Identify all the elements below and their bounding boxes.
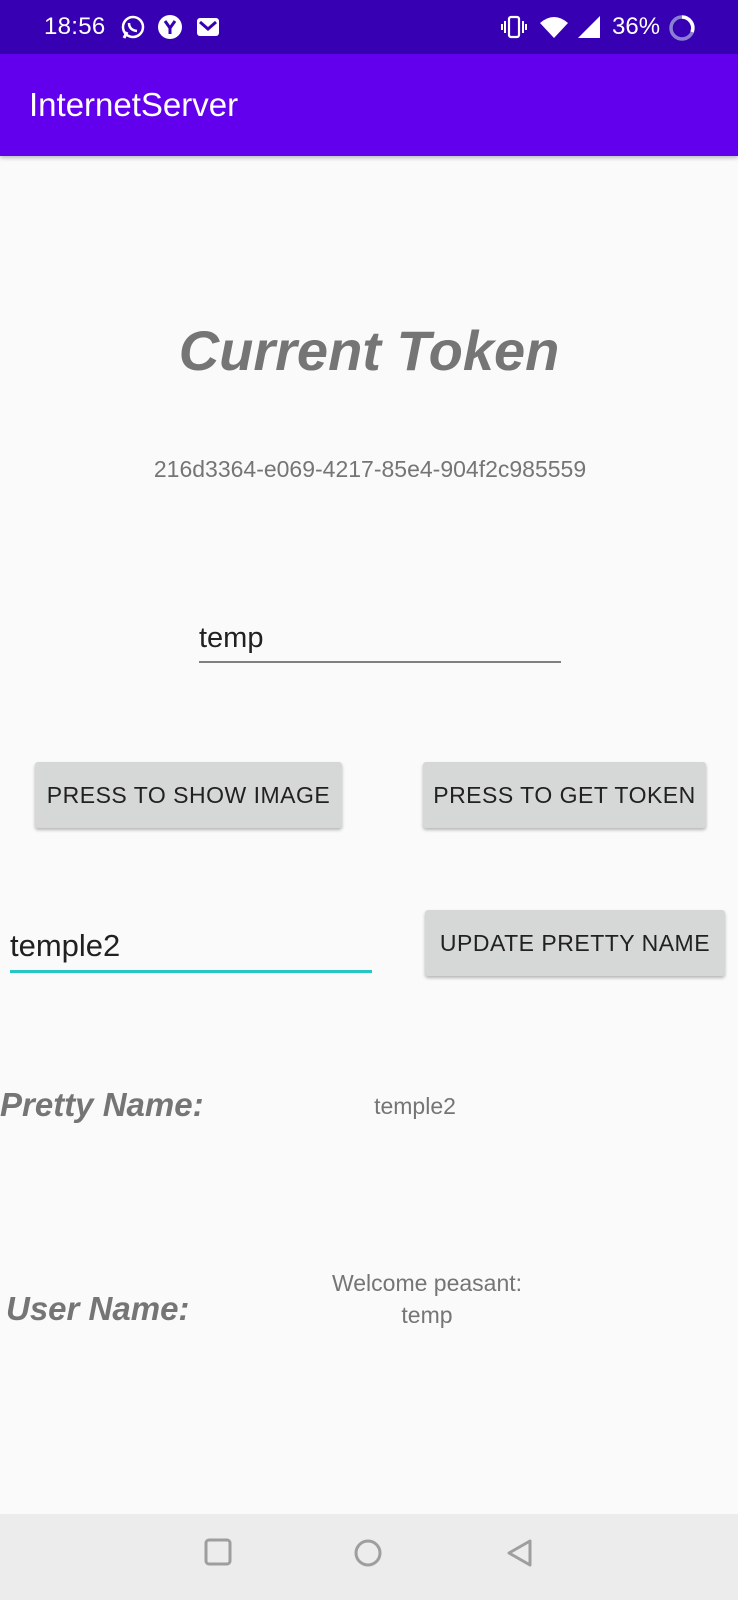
status-time: 18:56 bbox=[44, 13, 106, 40]
pretty-name-label: Pretty Name: bbox=[0, 1086, 204, 1123]
show-image-button[interactable]: PRESS TO SHOW IMAGE bbox=[35, 762, 342, 828]
name-input[interactable] bbox=[199, 616, 561, 660]
whatsapp-icon bbox=[120, 14, 146, 45]
recents-square-icon[interactable] bbox=[204, 1538, 232, 1571]
current-token-heading: Current Token bbox=[178, 319, 560, 382]
app-title: InternetServer bbox=[29, 86, 239, 123]
name-input-underline bbox=[199, 661, 561, 663]
get-token-button[interactable]: PRESS TO GET TOKEN bbox=[423, 762, 706, 828]
navigation-bar bbox=[0, 1514, 738, 1600]
user-name-value: Welcome peasant: temp bbox=[300, 1267, 554, 1331]
user-name-value-line1: Welcome peasant: bbox=[331, 1270, 523, 1296]
pretty-name-input-underline bbox=[10, 970, 372, 973]
pretty-name-input[interactable] bbox=[10, 923, 372, 969]
token-value: 216d3364-e069-4217-85e4-904f2c985559 bbox=[153, 456, 587, 482]
yahoo-icon bbox=[157, 14, 183, 45]
gmail-icon bbox=[195, 14, 221, 45]
user-name-value-line2: temp bbox=[401, 1302, 453, 1328]
home-circle-icon[interactable] bbox=[353, 1538, 383, 1573]
battery-percentage: 36% bbox=[612, 13, 661, 40]
pretty-name-value: temple2 bbox=[374, 1093, 456, 1119]
update-pretty-name-button[interactable]: UPDATE PRETTY NAME bbox=[425, 910, 725, 976]
back-triangle-icon[interactable] bbox=[505, 1538, 535, 1573]
user-name-label: User Name: bbox=[6, 1290, 190, 1327]
status-bar: 18:56 36% bbox=[0, 0, 738, 54]
signal-icon bbox=[576, 14, 602, 45]
app-bar: InternetServer bbox=[0, 54, 738, 156]
vibrate-icon bbox=[500, 14, 528, 45]
battery-icon bbox=[668, 14, 696, 47]
wifi-icon bbox=[538, 14, 570, 45]
